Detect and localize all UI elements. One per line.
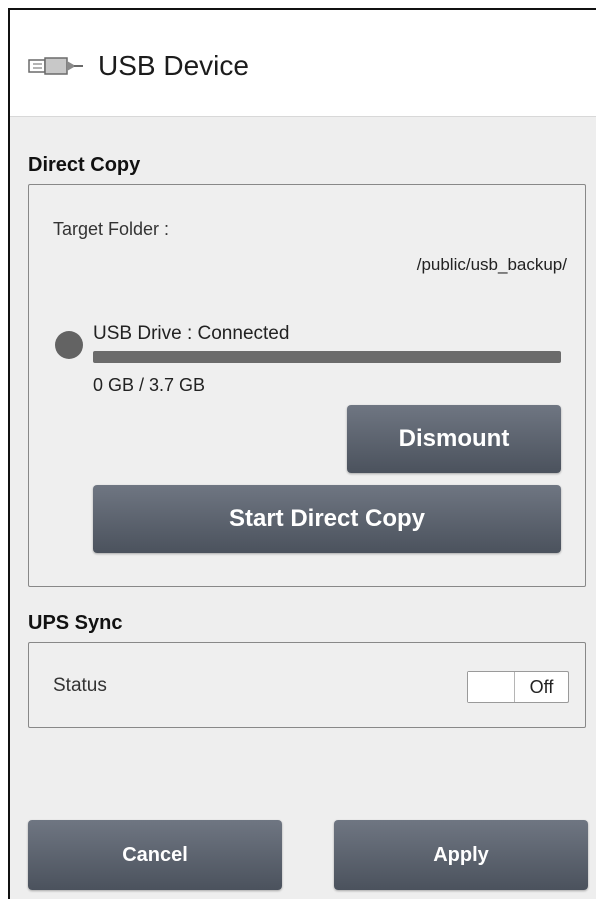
ups-status-label: Status: [53, 675, 107, 696]
direct-copy-panel: Target Folder : /public/usb_backup/ USB …: [28, 184, 586, 587]
target-folder-label: Target Folder :: [53, 219, 170, 239]
ups-sync-panel: Status Off: [28, 642, 586, 728]
drive-status-indicator: [55, 331, 83, 359]
cancel-button[interactable]: Cancel: [28, 820, 282, 890]
target-folder-path: /public/usb_backup/: [416, 255, 567, 274]
ups-status-toggle[interactable]: Off: [467, 671, 569, 703]
apply-button[interactable]: Apply: [334, 820, 588, 890]
usb-device-screen: USB Device Direct Copy Target Folder : /…: [8, 8, 596, 899]
drive-usage-bar: [93, 351, 561, 363]
section-title-direct-copy: Direct Copy: [28, 154, 141, 176]
toggle-value: Off: [529, 677, 554, 697]
section-title-ups-sync: UPS Sync: [28, 612, 123, 634]
page-title: USB Device: [98, 50, 249, 81]
start-direct-copy-button[interactable]: Start Direct Copy: [93, 485, 561, 553]
usb-plug-icon: [28, 57, 83, 75]
drive-capacity-text: 0 GB / 3.7 GB: [93, 375, 206, 395]
dismount-button[interactable]: Dismount: [347, 405, 561, 473]
toggle-knob: [468, 672, 515, 702]
drive-status-label: USB Drive : Connected: [93, 323, 290, 344]
header-bar: USB Device: [10, 10, 596, 117]
